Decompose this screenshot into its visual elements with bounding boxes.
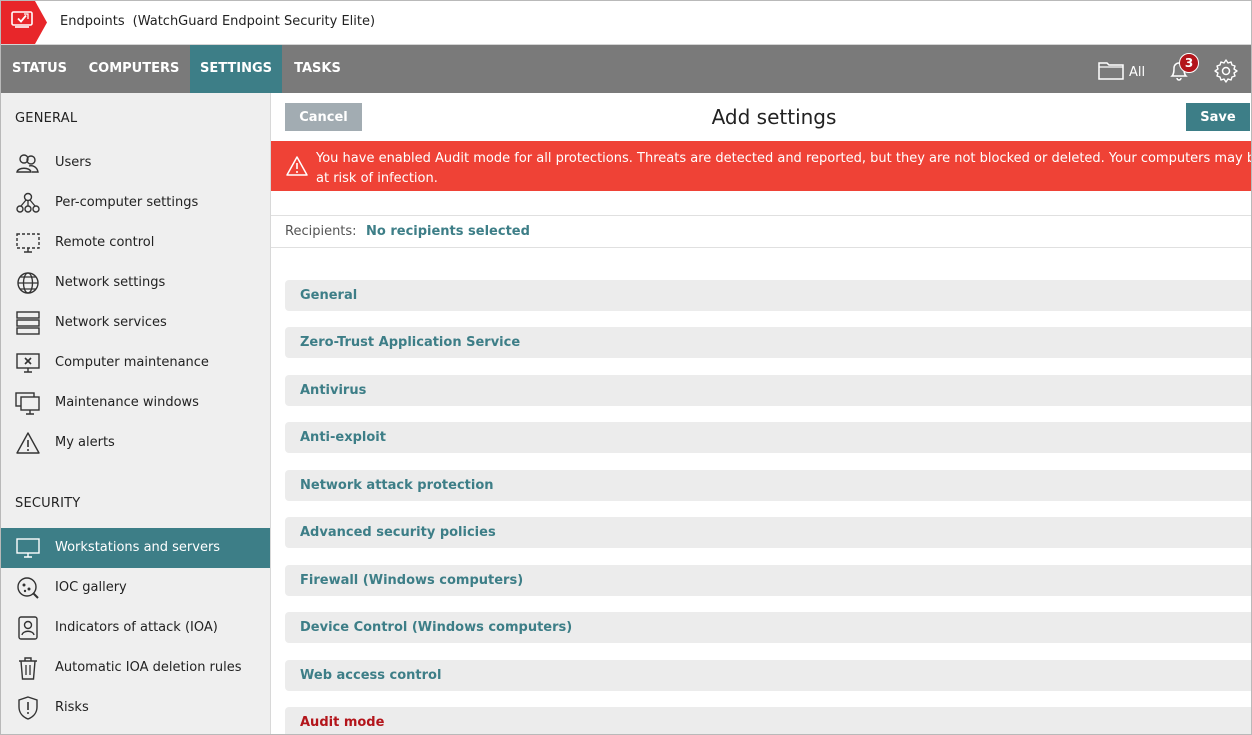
tab-status[interactable]: STATUS [1,45,78,93]
ioa-icon [15,616,41,640]
recipients-label: Recipients: [285,224,357,239]
tab-tasks[interactable]: TASKS [282,45,353,93]
network-nodes-icon [15,191,41,215]
warning-icon [15,431,41,455]
sidebar-item-ioa[interactable]: Indicators of attack (IOA) [1,608,270,648]
sidebar-item-label: Risks [55,700,89,715]
notifications-badge[interactable]: 3 [1179,53,1199,73]
tab-computers[interactable]: COMPUTERS [78,45,190,93]
sidebar-item-label: Maintenance windows [55,395,199,410]
save-button[interactable]: Save [1186,103,1250,131]
sidebar-item-ioc-gallery[interactable]: IOC gallery [1,568,270,608]
main-nav: STATUS COMPUTERS SETTINGS TASKS All [1,45,1251,93]
sidebar-section-general: GENERAL [15,111,78,126]
sidebar-item-users[interactable]: Users [1,143,270,183]
section-general[interactable]: General [285,280,1251,311]
page-title: Add settings [711,105,837,129]
sidebar-item-label: Workstations and servers [55,540,221,555]
sidebar-item-label: Per-computer settings [55,195,199,210]
app-title: Endpoints (WatchGuard Endpoint Security E… [60,14,375,29]
product-name: (WatchGuard Endpoint Security Elite) [132,14,376,29]
monitors-icon [15,391,41,415]
section-title: Antivirus [300,383,367,398]
sidebar-item-label: Network settings [55,275,166,290]
sidebar-item-per-computer-settings[interactable]: Per-computer settings [1,183,270,223]
warning-icon [286,156,308,180]
monitor-x-icon [15,351,41,375]
sidebar-item-label: Users [55,155,92,170]
users-icon [15,151,41,175]
sidebar-item-network-settings[interactable]: Network settings [1,263,270,303]
sidebar-item-label: Remote control [55,235,155,250]
recipients-value[interactable]: No recipients selected [366,224,530,239]
sidebar-item-label: My alerts [55,435,115,450]
audit-mode-alert: You have enabled Audit mode for all prot… [271,141,1251,191]
sidebar-item-label: Indicators of attack (IOA) [55,620,218,635]
sidebar-item-computer-maintenance[interactable]: Computer maintenance [1,343,270,383]
ioc-icon [15,576,41,600]
tab-settings[interactable]: SETTINGS [190,45,282,93]
sidebar-item-label: Computer maintenance [55,355,209,370]
gear-icon[interactable] [1213,58,1239,88]
title-bar: Endpoints (WatchGuard Endpoint Security E… [1,1,1251,45]
shield-icon [15,696,41,720]
app-window: Endpoints (WatchGuard Endpoint Security E… [0,0,1252,735]
section-device-control[interactable]: Device Control (Windows computers) [285,612,1251,643]
monitor-icon [15,536,41,560]
section-network-attack-protection[interactable]: Network attack protection [285,470,1251,501]
remote-monitor-icon [15,231,41,255]
section-firewall[interactable]: Firewall (Windows computers) [285,565,1251,596]
section-audit-mode[interactable]: Audit mode [285,707,1251,734]
sidebar-item-label: Network services [55,315,167,330]
section-title: Anti-exploit [300,430,386,445]
folder-icon[interactable] [1098,60,1124,84]
folder-filter-label[interactable]: All [1129,65,1145,80]
section-title: Zero-Trust Application Service [300,335,521,350]
sidebar-item-risks[interactable]: Risks [1,688,270,728]
main-content: Cancel Add settings Save You have enable… [271,93,1251,734]
sidebar-item-my-alerts[interactable]: My alerts [1,423,270,463]
section-advanced-security-policies[interactable]: Advanced security policies [285,517,1251,548]
section-zero-trust-application-service[interactable]: Zero-Trust Application Service [285,327,1251,358]
server-icon [15,311,41,335]
trash-icon [15,656,41,680]
section-web-access-control[interactable]: Web access control [285,660,1251,691]
section-title: Web access control [300,668,442,683]
section-title: Network attack protection [300,478,494,493]
sidebar-item-automatic-ioa-deletion-rules[interactable]: Automatic IOA deletion rules [1,648,270,688]
section-antivirus[interactable]: Antivirus [285,375,1251,406]
sidebar-item-maintenance-windows[interactable]: Maintenance windows [1,383,270,423]
section-title: Device Control (Windows computers) [300,620,573,635]
section-title: General [300,288,358,303]
section-title: Audit mode [300,715,385,730]
globe-icon [15,271,41,295]
sidebar-item-remote-control[interactable]: Remote control [1,223,270,263]
sidebar-section-security: SECURITY [15,496,81,511]
section-title: Firewall (Windows computers) [300,573,524,588]
watchguard-logo-icon[interactable] [1,1,47,44]
sidebar-item-workstations-and-servers[interactable]: Workstations and servers [1,528,270,568]
app-name: Endpoints [60,14,125,29]
sidebar-item-network-services[interactable]: Network services [1,303,270,343]
section-title: Advanced security policies [300,525,496,540]
alert-text: You have enabled Audit mode for all prot… [316,151,1252,186]
sidebar-item-label: IOC gallery [55,580,127,595]
content-toolbar: Cancel Add settings Save [271,93,1251,141]
sidebar-item-label: Automatic IOA deletion rules [55,660,242,675]
sidebar: GENERAL Users Per-computer settings Remo… [1,93,271,734]
recipients-row: Recipients: No recipients selected [271,215,1251,248]
section-anti-exploit[interactable]: Anti-exploit [285,422,1251,453]
